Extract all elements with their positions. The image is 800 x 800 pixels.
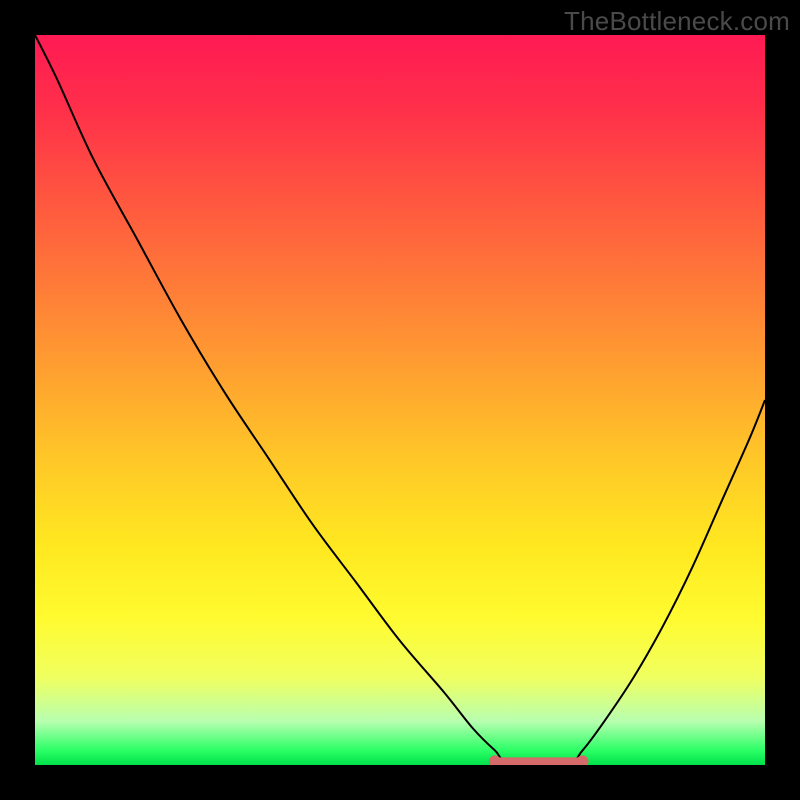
plot-area xyxy=(35,35,765,765)
bottleneck-curve xyxy=(35,35,765,765)
chart-frame: TheBottleneck.com xyxy=(0,0,800,800)
watermark-text: TheBottleneck.com xyxy=(564,6,790,37)
curve-line xyxy=(35,35,765,763)
